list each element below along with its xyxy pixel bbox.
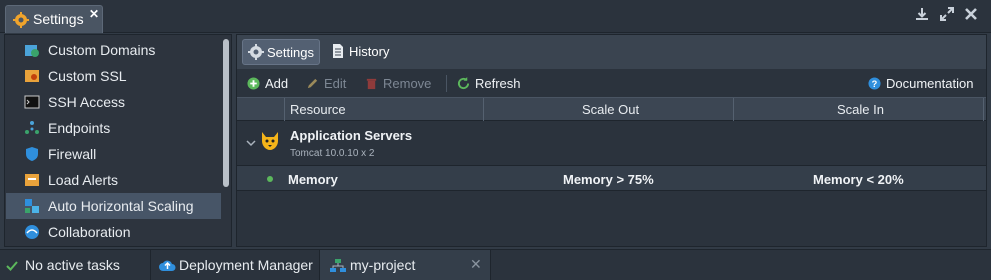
settings-panel: Settings History Add Edit Remove Refresh… bbox=[236, 34, 987, 247]
table-row[interactable]: Memory Memory > 75% Memory < 20% bbox=[237, 165, 986, 191]
sidebar-scrollbar-thumb[interactable] bbox=[223, 39, 229, 187]
tab-settings-sub[interactable]: Settings bbox=[242, 39, 320, 65]
cloud-upload-icon bbox=[159, 260, 176, 271]
download-icon[interactable] bbox=[913, 7, 931, 25]
sidebar-scrollbar[interactable] bbox=[223, 37, 229, 246]
expand-icon[interactable] bbox=[938, 7, 956, 25]
tab-history[interactable]: History bbox=[325, 39, 397, 65]
cell-scale-in: Memory < 20% bbox=[813, 172, 904, 187]
column-divider[interactable] bbox=[483, 98, 484, 121]
tasks-status[interactable]: No active tasks bbox=[0, 250, 150, 280]
chevron-down-icon[interactable] bbox=[246, 140, 256, 148]
toolbar-separator bbox=[446, 75, 447, 92]
globe-icon bbox=[25, 45, 39, 57]
sidebar-item-load-alerts[interactable]: Load Alerts bbox=[6, 167, 221, 193]
tomcat-icon bbox=[262, 132, 278, 150]
shield-icon bbox=[26, 147, 38, 161]
remove-button[interactable]: Remove bbox=[365, 75, 435, 93]
add-button[interactable]: Add bbox=[247, 75, 291, 93]
close-window-icon[interactable] bbox=[962, 7, 980, 25]
close-icon[interactable]: ✕ bbox=[470, 256, 482, 273]
terminal-icon bbox=[24, 95, 40, 109]
tab-settings-label: Settings bbox=[33, 11, 84, 27]
sidebar-item-auto-horizontal-scaling[interactable]: Auto Horizontal Scaling bbox=[6, 193, 221, 219]
close-icon[interactable]: ✕ bbox=[89, 7, 99, 21]
tab-settings[interactable]: Settings ✕ bbox=[5, 5, 103, 33]
trash-icon bbox=[366, 78, 377, 90]
sidebar-item-custom-ssl[interactable]: Custom SSL bbox=[6, 63, 221, 89]
edit-button[interactable]: Edit bbox=[306, 75, 350, 93]
settings-sidebar: Custom Domains Custom SSL SSH Access End… bbox=[4, 34, 232, 247]
column-divider[interactable] bbox=[733, 98, 734, 121]
sidebar-item-collaboration[interactable]: Collaboration bbox=[6, 219, 221, 245]
column-header-resource[interactable]: Resource bbox=[290, 102, 346, 117]
group-row-application-servers[interactable]: Application Servers Tomcat 10.0.10 x 2 bbox=[237, 121, 986, 164]
gear-icon bbox=[248, 44, 264, 60]
scaling-icon bbox=[25, 199, 39, 213]
gear-icon bbox=[13, 12, 29, 28]
status-bar: No active tasks Deployment Manager my-pr… bbox=[0, 249, 991, 280]
help-icon: ? bbox=[868, 77, 881, 90]
sidebar-item-custom-domains[interactable]: Custom Domains bbox=[6, 37, 221, 63]
grid-toolbar: Add Edit Remove Refresh ? Documentation bbox=[237, 69, 986, 97]
sidebar-item-firewall[interactable]: Firewall bbox=[6, 141, 221, 167]
sidebar-item-ssh-access[interactable]: SSH Access bbox=[6, 89, 221, 115]
project-icon bbox=[330, 259, 346, 272]
alert-icon bbox=[25, 174, 39, 186]
refresh-button[interactable]: Refresh bbox=[457, 75, 523, 93]
statusbar-divider bbox=[490, 250, 491, 280]
grid-header: Resource Scale Out Scale In bbox=[237, 97, 986, 121]
refresh-icon bbox=[457, 77, 470, 90]
column-divider[interactable] bbox=[983, 98, 984, 121]
cell-resource: Memory bbox=[288, 172, 338, 187]
documentation-link[interactable]: ? Documentation bbox=[868, 75, 978, 93]
group-title: Application Servers bbox=[290, 128, 413, 143]
svg-text:?: ? bbox=[872, 79, 878, 89]
sidebar-item-endpoints[interactable]: Endpoints bbox=[6, 115, 221, 141]
checkmark-icon bbox=[6, 261, 18, 271]
project-tab[interactable]: my-project ✕ bbox=[320, 250, 490, 280]
column-divider[interactable] bbox=[284, 98, 285, 121]
endpoints-icon bbox=[25, 121, 39, 134]
collaboration-icon bbox=[25, 225, 39, 239]
certificate-icon bbox=[25, 70, 39, 82]
plus-circle-icon bbox=[247, 77, 260, 90]
window-titlebar: Settings ✕ bbox=[0, 0, 991, 33]
document-icon bbox=[333, 44, 343, 58]
cell-scale-out: Memory > 75% bbox=[563, 172, 654, 187]
pencil-icon bbox=[307, 78, 318, 89]
deployment-manager-tab[interactable]: Deployment Manager bbox=[151, 250, 319, 280]
group-subtitle: Tomcat 10.0.10 x 2 bbox=[290, 148, 375, 159]
column-header-scale-in[interactable]: Scale In bbox=[837, 102, 884, 117]
subtab-bar: Settings History bbox=[237, 35, 986, 69]
column-header-scale-out[interactable]: Scale Out bbox=[582, 102, 639, 117]
status-dot bbox=[267, 176, 273, 182]
